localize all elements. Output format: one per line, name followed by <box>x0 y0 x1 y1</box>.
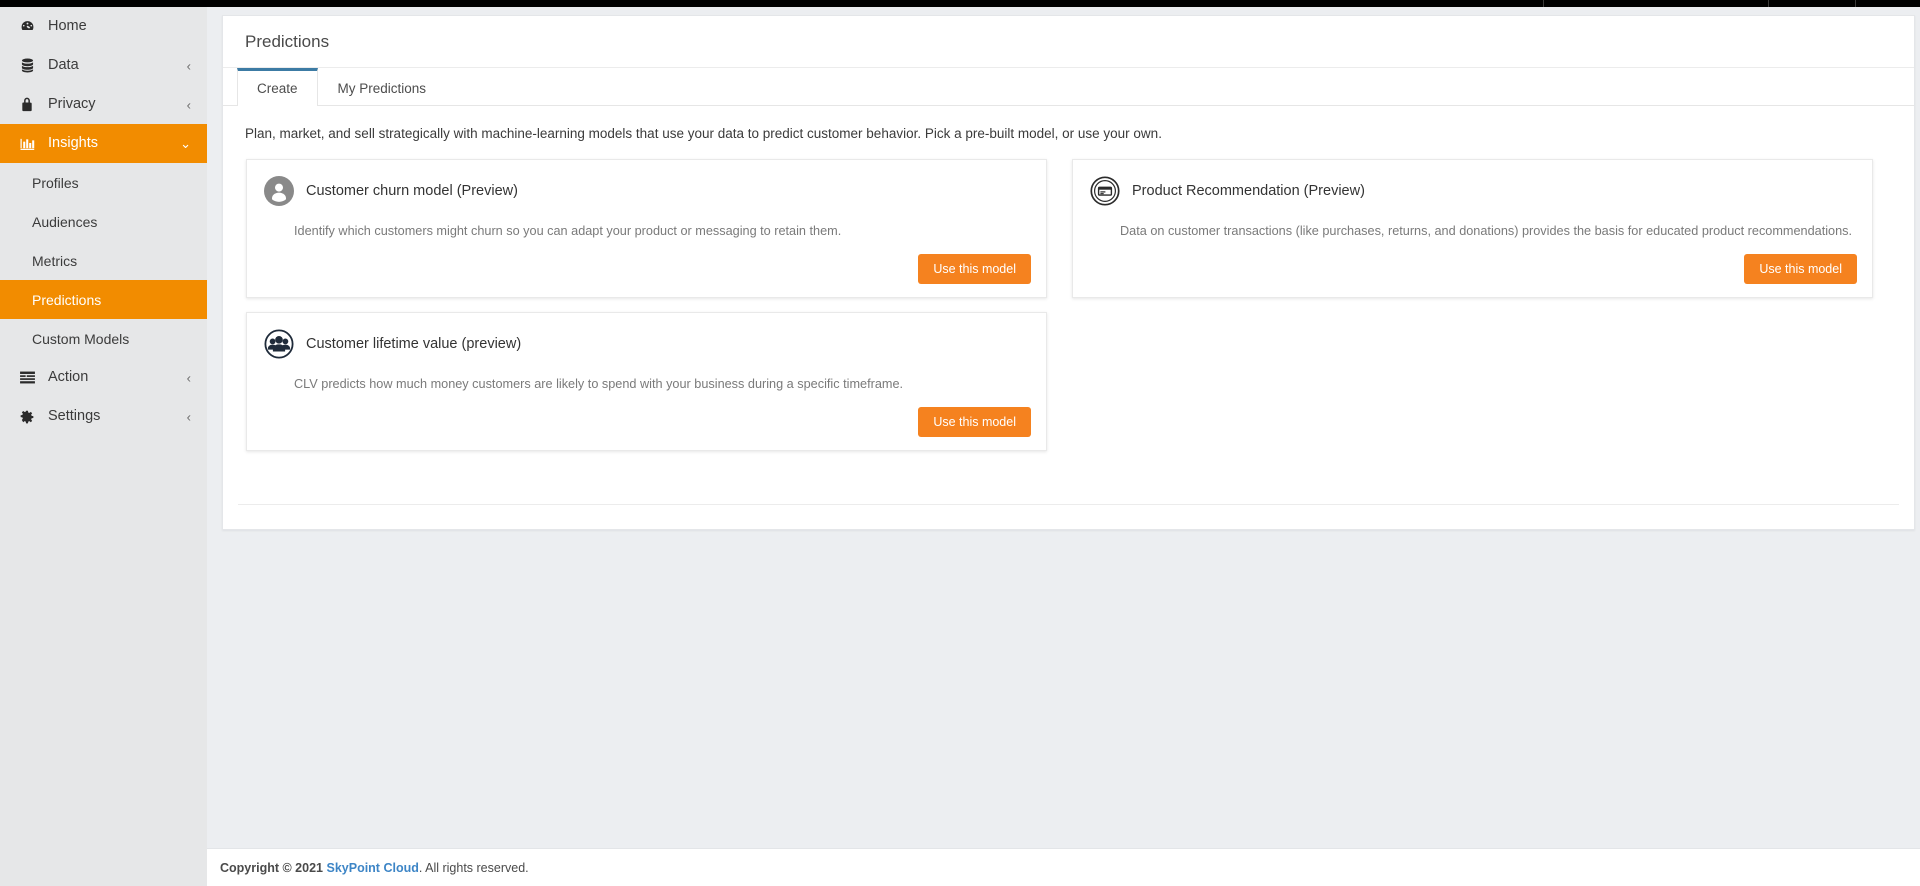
model-card: Product Recommendation (Preview) Data on … <box>1072 159 1873 298</box>
tab-bar: Create My Predictions <box>223 68 1914 106</box>
chevron-left-icon[interactable]: ‹ <box>187 97 191 112</box>
model-card-description: Data on customer transactions (like purc… <box>1120 224 1853 238</box>
sidebar-item-insights[interactable]: Insights ⌄ <box>0 124 207 163</box>
model-card-header: Customer lifetime value (preview) <box>264 327 1031 361</box>
tab-my-predictions[interactable]: My Predictions <box>318 68 447 105</box>
sidebar-item-predictions[interactable]: Predictions <box>0 280 207 319</box>
tab-create[interactable]: Create <box>237 68 318 106</box>
footer: Copyright © 2021 SkyPoint Cloud . All ri… <box>207 848 1920 886</box>
dashboard-icon <box>17 18 37 36</box>
sidebar-item-label: Settings <box>48 408 101 425</box>
model-card-header: Product Recommendation (Preview) <box>1090 174 1857 208</box>
use-this-model-button[interactable]: Use this model <box>918 254 1031 284</box>
sidebar-item-home[interactable]: Home <box>0 7 207 46</box>
model-card-grid: Customer churn model (Preview) Identify w… <box>246 159 1887 451</box>
footer-rights: . All rights reserved. <box>418 860 529 875</box>
footer-brand-link[interactable]: SkyPoint Cloud <box>326 861 418 875</box>
sidebar-item-label: Home <box>48 18 87 35</box>
model-card-title: Product Recommendation (Preview) <box>1132 183 1365 199</box>
model-card-title: Customer lifetime value (preview) <box>306 336 522 352</box>
page-title: Predictions <box>223 16 1914 68</box>
chevron-left-icon[interactable]: ‹ <box>187 370 191 385</box>
page-intro: Plan, market, and sell strategically wit… <box>245 126 1162 141</box>
chevron-left-icon[interactable]: ‹ <box>187 58 191 73</box>
sidebar-item-action[interactable]: Action ‹ <box>0 358 207 397</box>
sidebar-item-label: Data <box>48 57 79 74</box>
model-card-title: Customer churn model (Preview) <box>306 183 518 199</box>
sidebar-item-label: Insights <box>48 135 98 152</box>
model-card: Customer churn model (Preview) Identify w… <box>246 159 1047 298</box>
sidebar-item-data[interactable]: Data ‹ <box>0 46 207 85</box>
model-card: Customer lifetime value (preview) CLV pre… <box>246 312 1047 451</box>
list-icon <box>17 369 37 387</box>
people-group-icon <box>264 329 294 359</box>
chevron-left-icon[interactable]: ‹ <box>187 409 191 424</box>
sidebar-item-privacy[interactable]: Privacy ‹ <box>0 85 207 124</box>
person-circle-icon <box>264 176 294 206</box>
model-card-footer: Use this model <box>1090 254 1857 284</box>
sidebar-item-custom-models[interactable]: Custom Models <box>0 319 207 358</box>
chevron-down-icon[interactable]: ⌄ <box>180 136 191 152</box>
sidebar: Home Data ‹ Privacy ‹ Insights ⌄ Profiles Audien… <box>0 7 207 886</box>
footer-copyright: Copyright © 2021 <box>220 860 323 875</box>
browser-chrome-strip <box>0 0 1920 7</box>
sidebar-item-profiles[interactable]: Profiles <box>0 163 207 202</box>
panel-divider <box>238 504 1899 505</box>
model-card-header: Customer churn model (Preview) <box>264 174 1031 208</box>
main-content: Predictions Create My Predictions Plan, m… <box>207 7 1920 886</box>
sidebar-item-label: Predictions <box>32 291 102 308</box>
model-card-footer: Use this model <box>264 407 1031 437</box>
sidebar-item-audiences[interactable]: Audiences <box>0 202 207 241</box>
lock-icon <box>17 96 37 114</box>
sidebar-item-metrics[interactable]: Metrics <box>0 241 207 280</box>
predictions-panel: Predictions Create My Predictions Plan, m… <box>222 15 1915 530</box>
sidebar-item-label: Profiles <box>32 174 79 191</box>
use-this-model-button[interactable]: Use this model <box>918 407 1031 437</box>
sidebar-item-settings[interactable]: Settings ‹ <box>0 397 207 436</box>
sidebar-item-label: Action <box>48 369 89 386</box>
model-card-description: Identify which customers might churn so … <box>294 224 842 238</box>
sidebar-item-label: Audiences <box>32 213 98 230</box>
chart-bar-icon <box>17 135 37 153</box>
sidebar-item-label: Custom Models <box>32 330 130 347</box>
use-this-model-button[interactable]: Use this model <box>1744 254 1857 284</box>
gear-icon <box>17 408 37 426</box>
database-icon <box>17 57 37 75</box>
sidebar-item-label: Privacy <box>48 96 96 113</box>
sidebar-item-label: Metrics <box>32 252 78 269</box>
model-card-footer: Use this model <box>264 254 1031 284</box>
model-card-description: CLV predicts how much money customers ar… <box>294 377 904 391</box>
product-card-icon <box>1090 176 1120 206</box>
